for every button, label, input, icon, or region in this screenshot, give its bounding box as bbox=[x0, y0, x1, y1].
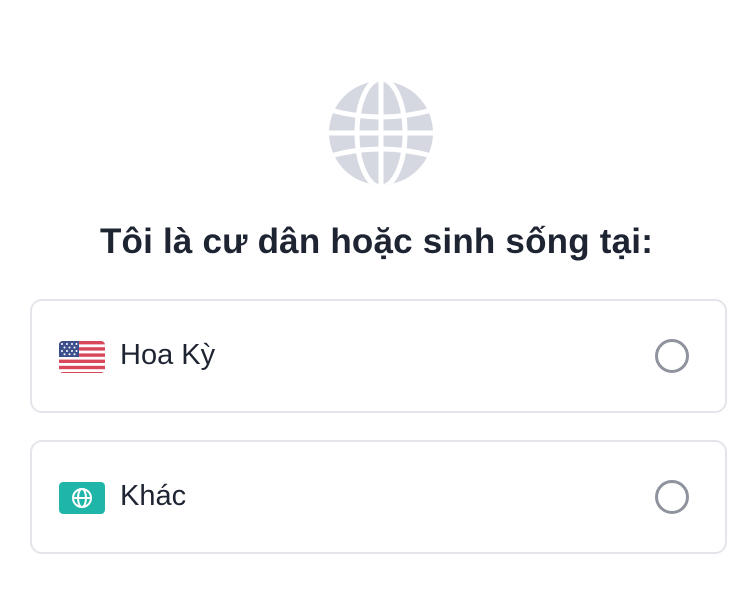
residence-selection-screen: Tôi là cư dân hoặc sinh sống tại: Hoa Kỳ… bbox=[0, 0, 753, 610]
radio-other[interactable] bbox=[655, 480, 689, 514]
option-other[interactable]: Khác bbox=[30, 440, 727, 554]
option-label-other: Khác bbox=[120, 480, 187, 512]
us-flag-icon bbox=[59, 341, 105, 373]
option-united-states[interactable]: Hoa Kỳ bbox=[30, 299, 727, 413]
radio-united-states[interactable] bbox=[655, 339, 689, 373]
option-label-united-states: Hoa Kỳ bbox=[120, 339, 216, 371]
globe-badge-icon bbox=[59, 482, 105, 514]
globe-icon bbox=[328, 80, 434, 186]
page-title: Tôi là cư dân hoặc sinh sống tại: bbox=[99, 222, 654, 261]
